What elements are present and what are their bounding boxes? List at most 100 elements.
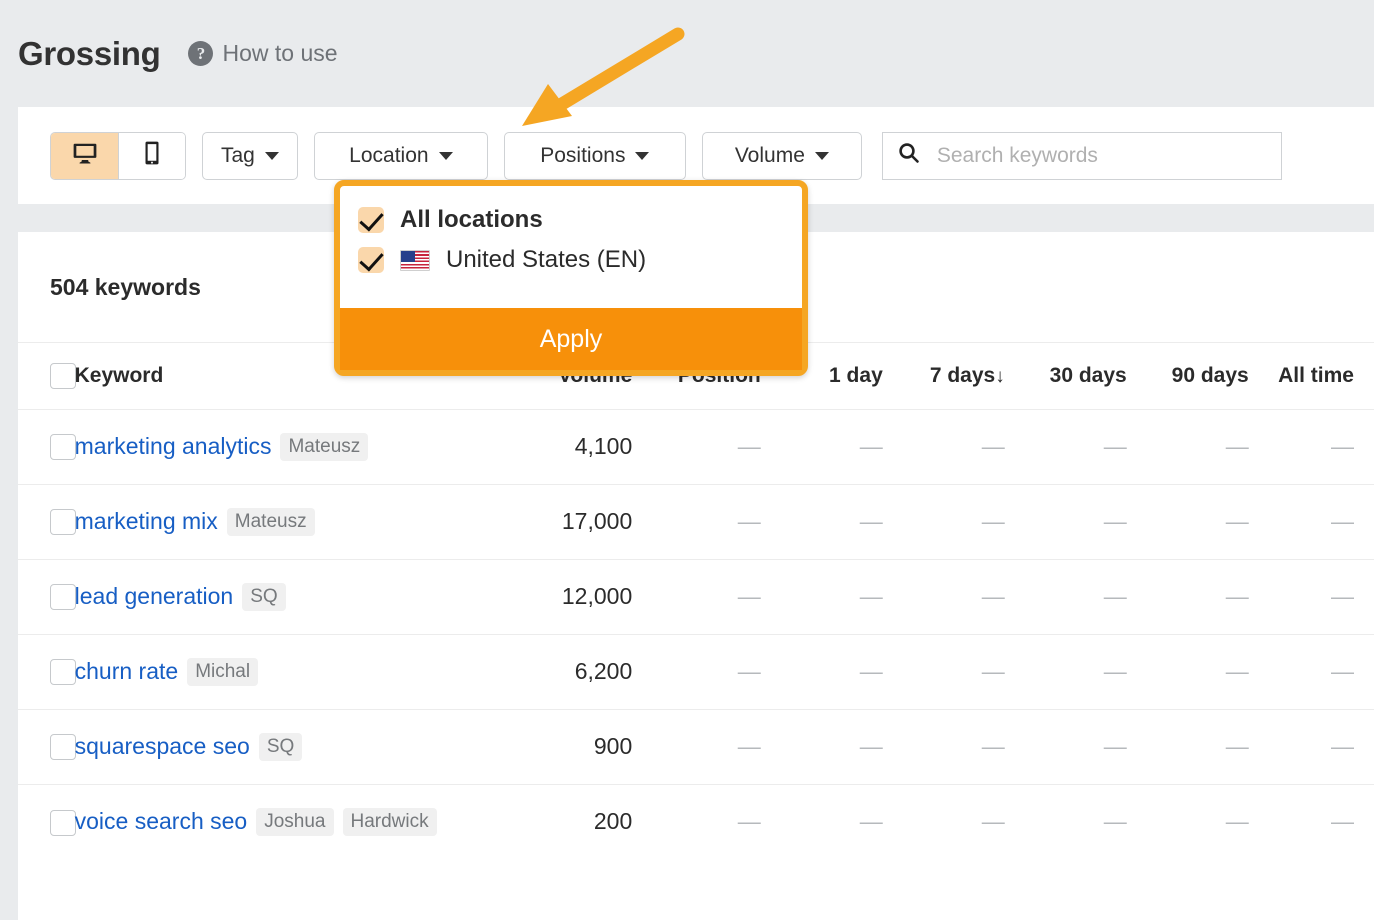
volume-cell-value: 6,200 [574,658,633,684]
row-checkbox[interactable] [50,509,76,536]
keyword-tag[interactable]: Joshua [256,807,334,836]
position-cell: — [632,558,761,634]
keyword-link[interactable]: marketing analytics [75,433,272,460]
search-icon [897,141,921,170]
keyword-tag[interactable]: Mateusz [280,432,369,461]
position-cell-value: — [737,583,761,609]
how-to-use-link[interactable]: ? How to use [188,40,338,67]
row-checkbox[interactable] [50,809,76,836]
change-all-time-cell: — [1248,558,1374,634]
question-mark-circle-icon: ? [188,41,214,66]
search-input[interactable] [934,142,1267,169]
change-1-day-cell: — [760,408,883,484]
table-row[interactable]: lead generation SQ 12,000 — — — — — — [18,558,1374,634]
table-row[interactable]: voice search seo Joshua Hardwick 200 — — — — — — [18,783,1374,859]
change-all-time-cell-value: — [1331,508,1354,534]
change-90-days-cell-value: — [1225,733,1249,759]
change-7-days-cell-value: — [981,433,1005,459]
change-30-days-cell: — [1004,408,1127,484]
location-filter-button[interactable]: Location [313,131,488,180]
keyword-cell: marketing mix Mateusz [74,483,502,559]
location-options-list: All locations United States (EN) [340,186,802,292]
change-30-days-cell: — [1004,633,1127,709]
volume-filter-label: Volume [734,143,805,167]
keywords-table: Keyword Volume Position 1 day 7 days↓ 30… [18,343,1374,859]
row-checkbox[interactable] [50,734,76,761]
keyword-link[interactable]: lead generation [75,583,234,610]
volume-cell: 4,100 [501,408,633,484]
column-header-30-days[interactable]: 30 days [1005,343,1127,409]
select-all-checkbox[interactable] [50,362,76,389]
apply-button[interactable]: Apply [340,308,802,370]
table-row[interactable]: squarespace seo SQ 900 — — — — — — [18,708,1374,784]
tag-filter-button[interactable]: Tag [202,131,298,180]
change-7-days-cell: — [882,708,1005,784]
change-7-days-cell: — [882,633,1005,709]
position-cell-value: — [737,658,761,684]
row-checkbox[interactable] [50,434,76,461]
search-keywords-field[interactable] [881,131,1282,180]
change-1-day-cell-value: — [859,733,883,759]
change-90-days-cell: — [1126,708,1249,784]
change-7-days-cell: — [882,558,1005,634]
device-toggle-desktop[interactable] [51,132,118,179]
column-header-7-days[interactable]: 7 days↓ [883,343,1005,409]
change-90-days-cell-value: — [1225,508,1249,534]
keyword-link[interactable]: churn rate [75,658,179,685]
keyword-tag[interactable]: Michal [187,657,259,686]
change-90-days-cell-value: — [1225,583,1249,609]
change-1-day-cell: — [760,633,883,709]
positions-filter-button[interactable]: Positions [503,131,686,180]
change-7-days-cell: — [882,783,1005,859]
column-header-90-days[interactable]: 90 days [1127,343,1249,409]
change-1-day-cell-value: — [859,583,883,609]
keyword-tag[interactable]: Hardwick [342,807,437,836]
how-to-use-label: How to use [222,40,338,66]
keyword-tag[interactable]: SQ [242,582,286,611]
column-header-all-time[interactable]: All time [1249,343,1374,409]
keyword-cell: voice search seo Joshua Hardwick [74,783,502,859]
chevron-down-icon [264,151,279,160]
row-checkbox-cell [18,633,76,709]
change-1-day-cell: — [760,558,883,634]
position-cell: — [632,633,761,709]
change-1-day-cell-value: — [859,658,883,684]
column-header-7-days-label: 7 days [929,363,996,387]
change-90-days-cell-value: — [1225,808,1249,835]
row-checkbox[interactable] [50,659,76,686]
table-row[interactable]: marketing analytics Mateusz 4,100 — — — — — — [18,408,1374,484]
chevron-down-icon [635,151,650,160]
device-toggle-mobile[interactable] [118,132,185,179]
row-checkbox-cell [18,483,76,559]
location-option-united-states[interactable]: United States (EN) [340,240,802,280]
all-locations-checkbox[interactable] [358,207,384,233]
volume-cell: 12,000 [501,558,633,634]
change-90-days-cell: — [1126,633,1249,709]
keyword-link[interactable]: voice search seo [75,808,248,835]
change-all-time-cell-value: — [1331,733,1354,759]
us-flag-icon [400,249,430,271]
united-states-checkbox[interactable] [358,247,384,273]
keyword-tag[interactable]: Mateusz [226,507,315,536]
keyword-cell: churn rate Michal [74,633,502,709]
volume-cell-value: 12,000 [561,583,633,609]
chevron-down-icon [814,151,829,160]
table-row[interactable]: churn rate Michal 6,200 — — — — — — [18,633,1374,709]
volume-cell-value: 17,000 [561,508,633,534]
table-row[interactable]: marketing mix Mateusz 17,000 — — — — — — [18,483,1374,559]
table-body: marketing analytics Mateusz 4,100— — — — — — mar… [18,408,1374,859]
change-7-days-cell: — [882,483,1005,559]
change-7-days-cell-value: — [981,733,1005,759]
change-7-days-cell-value: — [981,808,1005,835]
keyword-tag[interactable]: SQ [258,732,303,761]
volume-filter-button[interactable]: Volume [701,131,862,180]
row-checkbox[interactable] [50,584,76,611]
location-option-all-locations[interactable]: All locations [340,200,802,240]
position-cell-value: — [737,508,761,534]
change-7-days-cell-value: — [981,583,1005,609]
device-toggle-group [50,131,186,180]
positions-filter-label: Positions [540,143,626,167]
change-30-days-cell: — [1004,783,1127,859]
keyword-link[interactable]: marketing mix [75,508,218,535]
keyword-link[interactable]: squarespace seo [75,733,250,760]
